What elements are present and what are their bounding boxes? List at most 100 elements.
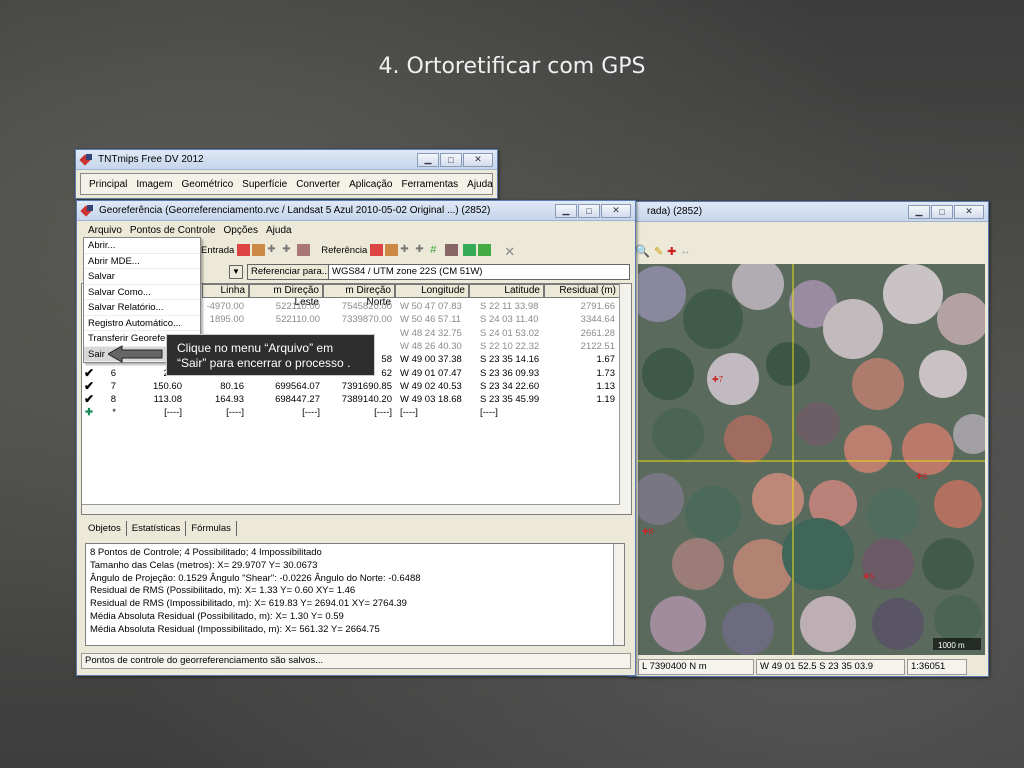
- tab-formulas[interactable]: Fórmulas: [186, 521, 237, 536]
- image-window: rada) (2852) ▁ □ ✕ 🔍 ✎ ✚ ↔ ✚7 ✚6 ✚8 ✚5 1…: [628, 201, 989, 677]
- table-cell: S 22 11 33.98: [480, 301, 539, 312]
- table-cell: 1.13: [596, 380, 616, 392]
- menu-item-salvar-como[interactable]: Salvar Como...: [84, 285, 200, 300]
- maximize-icon[interactable]: □: [578, 203, 600, 218]
- table-cell: 1.73: [596, 367, 616, 379]
- table-cell: 7339870.00: [341, 314, 392, 326]
- main-window: TNTmips Free DV 2012 ▁ □ ✕ Principal Ima…: [75, 149, 498, 199]
- edit-icon[interactable]: ✎: [654, 245, 663, 258]
- add-point-icon[interactable]: ✚: [667, 245, 676, 258]
- enabled-check-icon[interactable]: ✔: [84, 366, 94, 380]
- info-vscrollbar[interactable]: [613, 544, 624, 645]
- menu-item-salvar[interactable]: Salvar: [84, 269, 200, 285]
- import-icon[interactable]: [463, 244, 477, 256]
- new-point-icon[interactable]: ✚: [85, 407, 93, 418]
- close-icon[interactable]: ✕: [601, 203, 631, 218]
- tntmips-logo-icon: [80, 153, 94, 166]
- tab-estatisticas[interactable]: Estatísticas: [127, 521, 187, 536]
- maximize-icon[interactable]: □: [931, 204, 953, 219]
- menu-ajuda[interactable]: Ajuda: [467, 179, 493, 190]
- table-cell: 164.93: [214, 394, 244, 406]
- col-direcao-norte[interactable]: m Direção Norte: [323, 284, 395, 308]
- menu-item-salvar-relatorio[interactable]: Salvar Relatório...: [84, 300, 200, 316]
- export-icon[interactable]: [478, 244, 492, 256]
- main-menubar: Principal Imagem Geométrico Superfície C…: [80, 173, 493, 195]
- tab-objetos[interactable]: Objetos: [83, 521, 127, 536]
- point-6-marker[interactable]: ✚6: [916, 472, 928, 481]
- satellite-image[interactable]: ✚7 ✚6 ✚8 ✚5 1000 m: [638, 264, 985, 655]
- geo-window-title: Georeferência (Georreferenciamento.rvc /…: [99, 205, 491, 216]
- enabled-check-icon[interactable]: ✔: [84, 379, 94, 393]
- referencia-add-icon[interactable]: ✚: [400, 244, 413, 256]
- table-row[interactable]: ✔ 8 113.08 164.93 698447.27 7389140.20 W 49 03…: [82, 392, 615, 407]
- image-status-coord: L 7390400 N m: [638, 659, 754, 675]
- table-row[interactable]: ✔ 7 150.60 80.16 699564.07 7391690.85 W 49 02 …: [82, 379, 616, 394]
- zoom-icon[interactable]: 🔍: [635, 244, 650, 258]
- menu-imagem[interactable]: Imagem: [136, 179, 172, 190]
- statistics-panel: 8 Pontos de Controle; 4 Possibilitado; 4…: [85, 543, 625, 646]
- col-residual[interactable]: Residual (m): [544, 284, 620, 298]
- point-8-marker[interactable]: ✚8: [642, 527, 654, 536]
- table-row[interactable]: ✚ * [----] [----] [----] [----] [----] [----]: [82, 407, 612, 420]
- maximize-icon[interactable]: □: [440, 152, 462, 167]
- table-cell: W 50 46 57.11: [400, 314, 462, 326]
- menu-ajuda[interactable]: Ajuda: [266, 225, 292, 236]
- entrada-add-icon[interactable]: ✚: [267, 244, 280, 256]
- menu-superficie[interactable]: Superfície: [242, 179, 287, 190]
- entrada-label: Entrada: [201, 244, 235, 256]
- main-window-title: TNTmips Free DV 2012: [98, 154, 204, 165]
- table-cell: 3344.64: [580, 314, 615, 326]
- referencia-tool-icon[interactable]: [370, 244, 384, 256]
- entrada-point-icon[interactable]: [252, 244, 266, 256]
- geo-status-bar: Pontos de controle do georreferenciament…: [81, 653, 631, 669]
- close-icon[interactable]: ✕: [954, 204, 984, 219]
- entrada-erase-icon[interactable]: [297, 244, 311, 256]
- instruction-callout: Clique no menu “Arquivo” em “Sair” para …: [166, 334, 375, 376]
- table-hscrollbar[interactable]: [82, 504, 620, 514]
- dropdown-arrow-icon[interactable]: ▼: [229, 265, 243, 279]
- referenciar-para-button[interactable]: Referenciar para...: [247, 264, 334, 280]
- minimize-icon[interactable]: ▁: [908, 204, 930, 219]
- menu-item-abrir[interactable]: Abrir...: [84, 238, 200, 254]
- table-vscrollbar[interactable]: [619, 284, 631, 514]
- minimize-icon[interactable]: ▁: [417, 152, 439, 167]
- table-cell: S 24 01 53.02: [480, 327, 540, 339]
- menu-pontos-de-controle[interactable]: Pontos de Controle: [130, 225, 216, 236]
- menu-geometrico[interactable]: Geométrico: [181, 179, 233, 190]
- menu-principal[interactable]: Principal: [89, 179, 127, 190]
- col-linha[interactable]: Linha: [202, 284, 249, 298]
- entrada-tool-icon[interactable]: [237, 244, 251, 256]
- col-latitude[interactable]: Latitude: [469, 284, 544, 298]
- geo-toolbar: Entrada ✚ ✚ Referência ✚ ✚ # ✕: [201, 241, 621, 259]
- callout-line-1: Clique no menu “Arquivo” em: [177, 341, 334, 355]
- projection-field[interactable]: WGS84 / UTM zone 22S (CM 51W): [328, 264, 630, 280]
- menu-item-abrir-mde[interactable]: Abrir MDE...: [84, 254, 200, 269]
- main-window-titlebar[interactable]: TNTmips Free DV 2012 ▁ □ ✕: [76, 150, 497, 170]
- table-cell: [----]: [164, 407, 182, 419]
- minimize-icon[interactable]: ▁: [555, 203, 577, 218]
- menu-opcoes[interactable]: Opções: [224, 225, 258, 236]
- menu-ferramentas[interactable]: Ferramentas: [401, 179, 458, 190]
- referencia-point-icon[interactable]: [385, 244, 399, 256]
- col-longitude[interactable]: Longitude: [395, 284, 469, 298]
- table-cell: W 49 02 40.53: [400, 380, 462, 392]
- delete-icon[interactable]: ✕: [504, 244, 517, 259]
- menu-aplicacao[interactable]: Aplicação: [349, 179, 392, 190]
- close-icon[interactable]: ✕: [463, 152, 493, 167]
- geo-window-titlebar[interactable]: Georeferência (Georreferenciamento.rvc /…: [77, 201, 635, 221]
- point-5-marker[interactable]: ✚5: [863, 572, 875, 581]
- menu-item-registro-automatico[interactable]: Registro Automático...: [84, 316, 200, 331]
- image-window-titlebar[interactable]: rada) (2852) ▁ □ ✕: [629, 202, 988, 222]
- referencia-move-icon[interactable]: ✚: [415, 244, 428, 256]
- menu-converter[interactable]: Converter: [296, 179, 340, 190]
- menu-arquivo[interactable]: Arquivo: [88, 225, 122, 236]
- table-cell: 7545820.00: [341, 301, 392, 312]
- info-line: Residual de RMS (Possibilitado, m): X= 1…: [90, 585, 356, 597]
- enabled-check-icon[interactable]: ✔: [84, 392, 94, 406]
- tag-icon[interactable]: [445, 244, 459, 256]
- measure-icon[interactable]: ↔: [680, 246, 690, 257]
- grid-icon[interactable]: #: [430, 244, 443, 256]
- col-direcao-leste[interactable]: m Direção Leste: [249, 284, 323, 308]
- entrada-move-icon[interactable]: ✚: [282, 244, 295, 256]
- point-7-marker[interactable]: ✚7: [712, 375, 724, 384]
